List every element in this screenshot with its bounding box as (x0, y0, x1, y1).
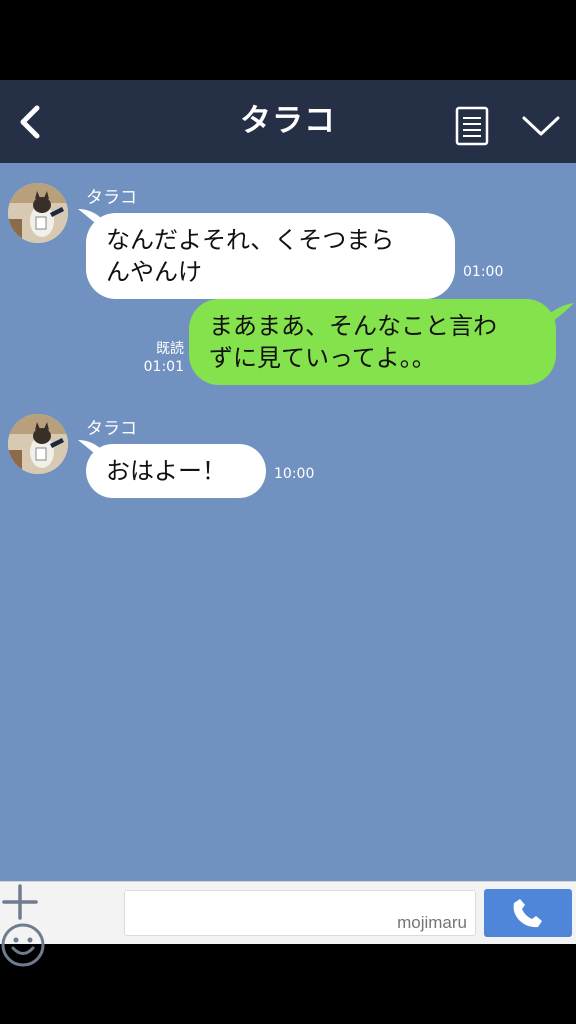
smiley-icon (1, 923, 45, 967)
message-bubble[interactable]: おはよー！ (86, 444, 266, 498)
chat-header: タラコ (0, 80, 576, 163)
bubble-tail (548, 303, 574, 325)
chevron-left-icon (20, 105, 40, 139)
phone-icon (513, 899, 542, 928)
message-line: なんだよそれ、くそつまら (106, 226, 395, 254)
message-line: おはよー！ (106, 457, 226, 485)
message-line: まあまあ、そんなこと言わ (209, 312, 497, 340)
chat-area[interactable]: タラコ なんだよそれ、くそつまら んやんけ 01:00 既読 01:01 まあま… (0, 163, 576, 881)
plus-icon (2, 884, 38, 920)
chevron-down-icon (522, 116, 560, 136)
menu-button[interactable] (454, 106, 490, 146)
message-line: ずに見ていってよ。。 (209, 344, 436, 372)
cat-avatar-image (8, 183, 68, 243)
read-receipt: 既読 01:01 (120, 340, 184, 376)
back-button[interactable] (12, 102, 48, 142)
message-line: んやんけ (106, 258, 202, 286)
message-input-bar (0, 881, 576, 967)
emoji-button[interactable] (0, 922, 46, 968)
avatar[interactable] (8, 414, 68, 474)
avatar[interactable] (8, 183, 68, 243)
add-button[interactable] (0, 882, 40, 922)
message-bubble[interactable]: まあまあ、そんなこと言わ ずに見ていってよ。。 (189, 299, 556, 385)
collapse-button[interactable] (520, 110, 562, 140)
message-time: 01:01 (143, 359, 184, 375)
read-label: 既読 (156, 341, 184, 357)
phone-screen: タラコ タラコ なんだよそれ、くそつまら んやんけ 01:00 既読 01:01… (0, 0, 576, 1024)
message-bubble[interactable]: なんだよそれ、くそつまら んやんけ (86, 213, 455, 299)
message-time: 01:00 (463, 264, 504, 280)
call-button[interactable] (484, 889, 572, 937)
message-time: 10:00 (274, 466, 315, 482)
cat-avatar-image (8, 414, 68, 474)
list-icon (455, 106, 489, 146)
message-input[interactable] (124, 890, 476, 936)
